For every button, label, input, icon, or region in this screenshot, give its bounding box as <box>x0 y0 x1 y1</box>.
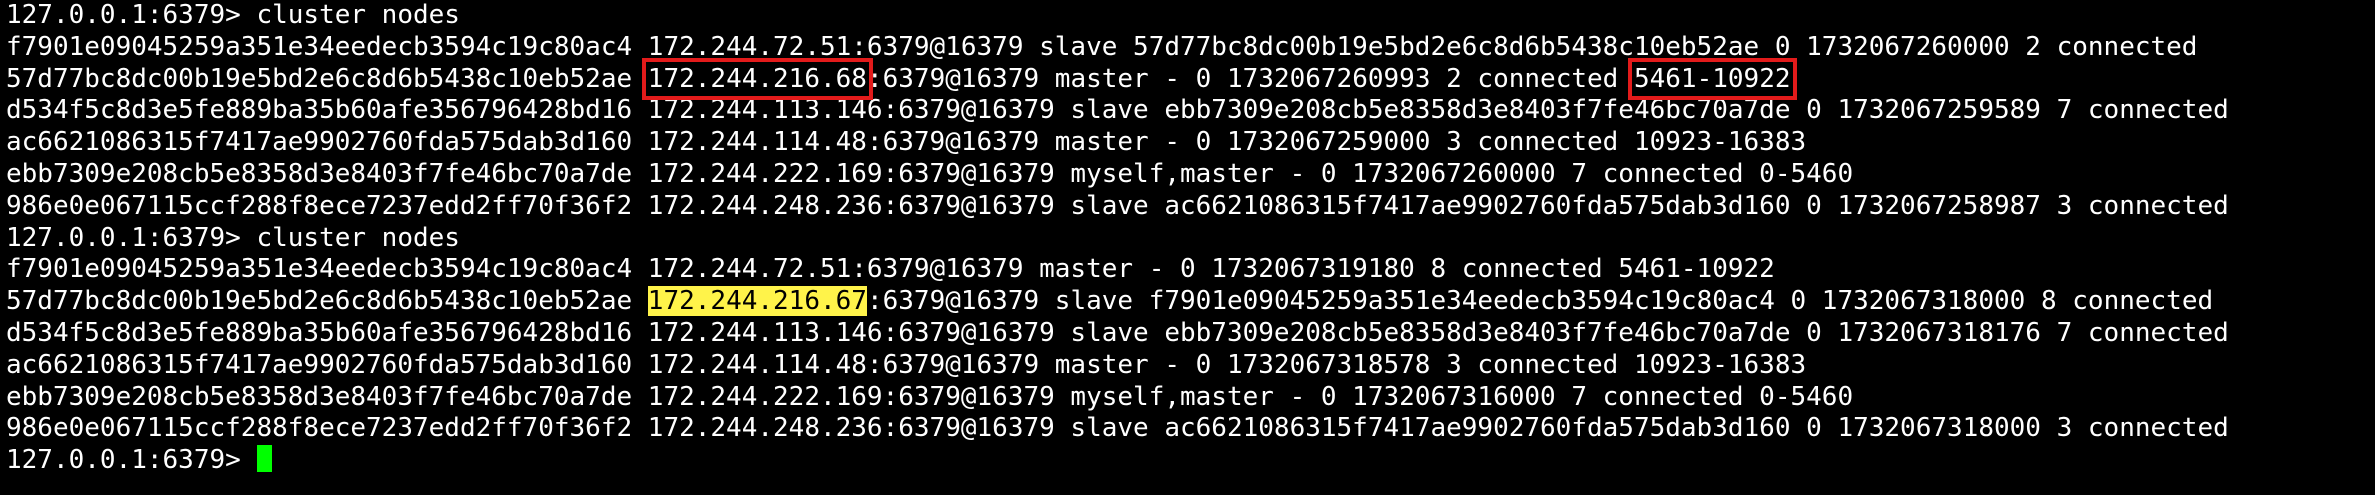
yellow-highlight: 172.244.216.67 <box>647 286 867 317</box>
terminal-text: 986e0e067115ccf288f8ece7237edd2ff70f36f2… <box>6 190 2229 221</box>
terminal-text: f7901e09045259a351e34eedecb3594c19c80ac4… <box>6 31 2198 62</box>
terminal-text: :6379@16379 slave f7901e09045259a351e34e… <box>866 286 2214 317</box>
terminal-text: 57d77bc8dc00b19e5bd2e6c8d6b5438c10eb52ae <box>6 63 648 94</box>
terminal-window[interactable]: 127.0.0.1:6379> cluster nodes f7901e09045… <box>0 0 2375 495</box>
terminal-output-line: ac6621086315f7417ae9902760fda575dab3d160… <box>6 127 2375 159</box>
terminal-output-line: ebb7309e208cb5e8358d3e8403f7fe46bc70a7de… <box>6 382 2375 414</box>
terminal-prompt-line: 127.0.0.1:6379> cluster nodes <box>6 223 2375 255</box>
terminal-output-line: 986e0e067115ccf288f8ece7237edd2ff70f36f2… <box>6 413 2375 445</box>
terminal-text: ebb7309e208cb5e8358d3e8403f7fe46bc70a7de… <box>6 158 1854 189</box>
red-box-highlight: 172.244.216.68 <box>641 57 873 100</box>
terminal-text: 127.0.0.1:6379> <box>6 445 257 476</box>
terminal-text: 127.0.0.1:6379> cluster nodes <box>6 222 460 253</box>
terminal-input-line[interactable]: 127.0.0.1:6379> <box>6 445 2375 477</box>
terminal-text: d534f5c8d3e5fe889ba35b60afe356796428bd16… <box>6 317 2229 348</box>
terminal-output-line: 57d77bc8dc00b19e5bd2e6c8d6b5438c10eb52ae… <box>6 57 2375 100</box>
terminal-text: ac6621086315f7417ae9902760fda575dab3d160… <box>6 349 1807 380</box>
terminal-text: 57d77bc8dc00b19e5bd2e6c8d6b5438c10eb52ae <box>6 286 648 317</box>
terminal-output-line: f7901e09045259a351e34eedecb3594c19c80ac4… <box>6 32 2375 64</box>
terminal-prompt-line: 127.0.0.1:6379> cluster nodes <box>6 0 2375 32</box>
terminal-output-line: d534f5c8d3e5fe889ba35b60afe356796428bd16… <box>6 95 2375 127</box>
terminal-cursor <box>257 445 273 473</box>
terminal-text: ac6621086315f7417ae9902760fda575dab3d160… <box>6 127 1807 158</box>
terminal-output-line: ac6621086315f7417ae9902760fda575dab3d160… <box>6 350 2375 382</box>
terminal-text: :6379@16379 master - 0 1732067260993 2 c… <box>866 63 1634 94</box>
terminal-text: 986e0e067115ccf288f8ece7237edd2ff70f36f2… <box>6 413 2229 444</box>
terminal-output-line: 57d77bc8dc00b19e5bd2e6c8d6b5438c10eb52ae… <box>6 286 2375 318</box>
terminal-output-line: d534f5c8d3e5fe889ba35b60afe356796428bd16… <box>6 318 2375 350</box>
terminal-output-line: f7901e09045259a351e34eedecb3594c19c80ac4… <box>6 254 2375 286</box>
terminal-text: ebb7309e208cb5e8358d3e8403f7fe46bc70a7de… <box>6 381 1854 412</box>
red-box-highlight: 5461-10922 <box>1627 57 1797 100</box>
terminal-output-line: ebb7309e208cb5e8358d3e8403f7fe46bc70a7de… <box>6 159 2375 191</box>
terminal-text: f7901e09045259a351e34eedecb3594c19c80ac4… <box>6 254 1775 285</box>
terminal-text: 127.0.0.1:6379> cluster nodes <box>6 0 460 30</box>
terminal-text: d534f5c8d3e5fe889ba35b60afe356796428bd16… <box>6 95 2229 126</box>
terminal-output-line: 986e0e067115ccf288f8ece7237edd2ff70f36f2… <box>6 191 2375 223</box>
